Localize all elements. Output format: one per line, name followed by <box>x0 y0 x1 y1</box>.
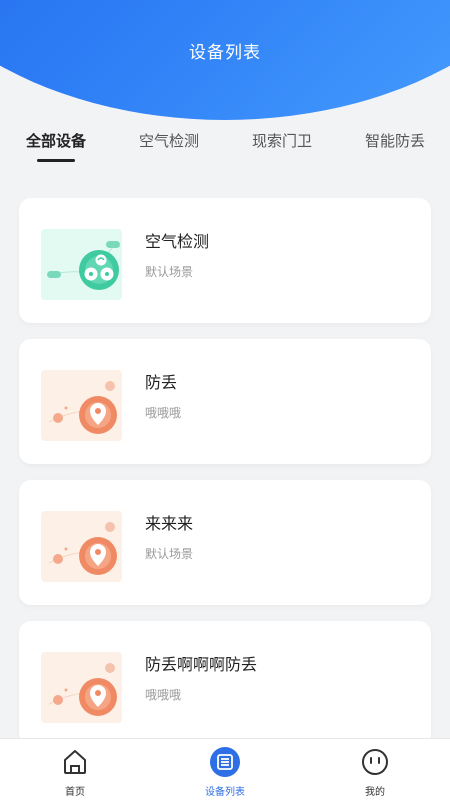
device-name: 防丢 <box>145 373 178 392</box>
header: 设备列表 <box>0 0 450 125</box>
tab-door-guard[interactable]: 现索门卫 <box>252 130 312 151</box>
device-scene: 哦哦哦 <box>145 406 182 420</box>
location-pin-icon <box>41 652 122 723</box>
tab-smart-anti-loss[interactable]: 智能防丢 <box>365 130 425 151</box>
tabbar-device-list[interactable]: 设备列表 <box>180 747 270 798</box>
device-name: 防丢啊啊啊防丢 <box>145 655 258 674</box>
tabbar-mine[interactable]: 我的 <box>330 747 420 798</box>
device-list: 空气检测 默认场景 防丢 哦哦哦 来来来 默认场景 防丢啊啊啊防丢 哦哦哦 <box>0 198 450 738</box>
home-icon <box>64 750 86 774</box>
list-icon <box>210 747 240 777</box>
device-card[interactable]: 防丢啊啊啊防丢 哦哦哦 <box>19 621 431 738</box>
device-card[interactable]: 空气检测 默认场景 <box>19 198 431 323</box>
location-pin-icon <box>41 511 122 582</box>
device-scene: 默认场景 <box>145 265 194 279</box>
device-scene: 哦哦哦 <box>145 688 182 702</box>
bottom-tab-bar: 首页 设备列表 我的 <box>0 738 450 800</box>
device-name: 来来来 <box>145 514 194 533</box>
tab-air-detection[interactable]: 空气检测 <box>139 130 199 151</box>
tabbar-mine-label: 我的 <box>365 787 385 798</box>
tab-all-devices[interactable]: 全部设备 <box>26 130 86 151</box>
page-title: 设备列表 <box>189 43 261 63</box>
air-monitor-icon <box>41 229 122 300</box>
category-tabs: 全部设备 空气检测 现索门卫 智能防丢 <box>0 130 450 166</box>
tabbar-home-label: 首页 <box>65 787 85 798</box>
active-tab-indicator <box>37 159 75 162</box>
face-icon <box>362 749 388 775</box>
device-name: 空气检测 <box>145 232 210 251</box>
device-card[interactable]: 防丢 哦哦哦 <box>19 339 431 464</box>
device-scene: 默认场景 <box>145 547 194 561</box>
device-card[interactable]: 来来来 默认场景 <box>19 480 431 605</box>
tabbar-home[interactable]: 首页 <box>30 747 120 798</box>
location-pin-icon <box>41 370 122 441</box>
tabbar-device-list-label: 设备列表 <box>205 787 245 798</box>
